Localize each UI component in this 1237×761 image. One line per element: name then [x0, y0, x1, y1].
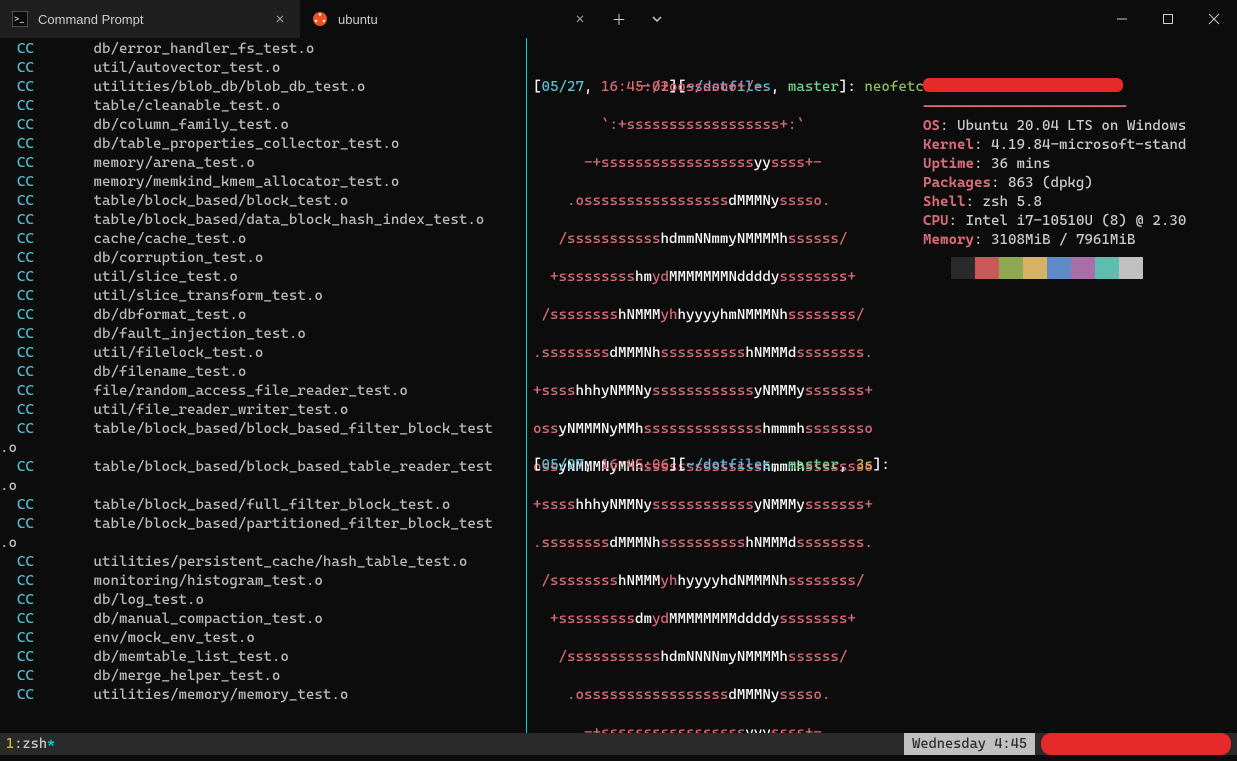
compile-line: CC db/dbformat_test.o — [0, 306, 526, 325]
color-swatches — [951, 257, 1143, 279]
compile-line: CC table/block_based/block_based_table_r… — [0, 458, 526, 477]
compile-line: CC table/block_based/block_based_filter_… — [0, 420, 526, 439]
compile-line: CC db/manual_compaction_test.o — [0, 610, 526, 629]
compile-line: CC db/table_properties_collector_test.o — [0, 135, 526, 154]
tab-title: Command Prompt — [38, 12, 262, 27]
compile-line: CC util/slice_transform_test.o — [0, 287, 526, 306]
compile-line: CC table/block_based/full_filter_block_t… — [0, 496, 526, 515]
compile-line: CC env/mock_env_test.o — [0, 629, 526, 648]
svg-text:>_: >_ — [14, 15, 25, 25]
compile-line: CC utilities/persistent_cache/hash_table… — [0, 553, 526, 572]
compile-line: CC utilities/memory/memory_test.o — [0, 686, 526, 705]
terminal-area: CC db/error_handler_fs_test.o CC util/au… — [0, 38, 1237, 739]
compile-line: CC table/block_based/data_block_hash_ind… — [0, 211, 526, 230]
compile-line: CC db/fault_injection_test.o — [0, 325, 526, 344]
left-pane[interactable]: CC db/error_handler_fs_test.o CC util/au… — [0, 38, 527, 739]
prompt-line-2: [05/27, 16:45:06][~/dotfiles, master, 3s… — [533, 456, 890, 475]
tab-command-prompt[interactable]: >_ Command Prompt ✕ — [0, 0, 300, 38]
compile-line: CC db/filename_test.o — [0, 363, 526, 382]
compile-line: CC util/filelock_test.o — [0, 344, 526, 363]
close-window-button[interactable] — [1191, 0, 1237, 38]
compile-line: CC db/memtable_list_test.o — [0, 648, 526, 667]
compile-line: CC file/random_access_file_reader_test.o — [0, 382, 526, 401]
color-swatch — [975, 257, 999, 279]
compile-line: CC table/block_based/partitioned_filter_… — [0, 515, 526, 534]
close-icon[interactable]: ✕ — [272, 11, 288, 27]
color-swatch — [1047, 257, 1071, 279]
compile-line: CC util/slice_test.o — [0, 268, 526, 287]
color-swatch — [1071, 257, 1095, 279]
compile-line-wrap: .o — [0, 534, 526, 553]
compile-line: CC db/log_test.o — [0, 591, 526, 610]
compile-line: CC cache/cache_test.o — [0, 230, 526, 249]
compile-line: CC utilities/blob_db/blob_db_test.o — [0, 78, 526, 97]
compile-line: CC util/file_reader_writer_test.o — [0, 401, 526, 420]
color-swatch — [1095, 257, 1119, 279]
window-controls — [1099, 0, 1237, 38]
compile-line: CC memory/memkind_kmem_allocator_test.o — [0, 173, 526, 192]
compile-line: CC db/merge_helper_test.o — [0, 667, 526, 686]
compile-line-wrap: .o — [0, 477, 526, 496]
status-datetime: Wednesday 4:45 — [904, 733, 1035, 755]
session-indicator: 1:zsh* — [6, 736, 55, 752]
color-swatch — [1119, 257, 1143, 279]
ubuntu-icon — [312, 11, 328, 27]
compile-line: CC db/column_family_test.o — [0, 116, 526, 135]
compile-line: CC table/cleanable_test.o — [0, 97, 526, 116]
tab-ubuntu[interactable]: ubuntu ✕ — [300, 0, 600, 38]
tmux-statusbar: 1:zsh* Wednesday 4:45 — [0, 733, 1237, 755]
compile-line-wrap: .o — [0, 439, 526, 458]
redacted-user-host — [923, 78, 1123, 92]
compile-line: CC db/error_handler_fs_test.o — [0, 40, 526, 59]
compile-line: CC db/corruption_test.o — [0, 249, 526, 268]
neofetch-info: ------------------------ OS: Ubuntu 20.0… — [923, 59, 1186, 269]
neofetch-logo: .-/+oossssoo+/-. `:+ssssssssssssssssss+:… — [533, 59, 873, 739]
color-swatch — [1023, 257, 1047, 279]
titlebar: >_ Command Prompt ✕ ubuntu ✕ ＋ — [0, 0, 1237, 38]
maximize-button[interactable] — [1145, 0, 1191, 38]
compile-line: CC monitoring/histogram_test.o — [0, 572, 526, 591]
compile-line: CC table/block_based/block_test.o — [0, 192, 526, 211]
cmd-icon: >_ — [12, 11, 28, 27]
color-swatch — [951, 257, 975, 279]
new-tab-button[interactable]: ＋ — [600, 0, 638, 38]
right-pane[interactable]: [05/27, 16:45:02][~/dotfiles, master]: n… — [527, 38, 1237, 739]
compile-line: CC util/autovector_test.o — [0, 59, 526, 78]
compile-line: CC memory/arena_test.o — [0, 154, 526, 173]
minimize-button[interactable] — [1099, 0, 1145, 38]
close-icon[interactable]: ✕ — [572, 11, 588, 27]
redacted-hostname — [1041, 733, 1231, 755]
color-swatch — [999, 257, 1023, 279]
tab-dropdown-button[interactable] — [638, 0, 676, 38]
tab-title: ubuntu — [338, 12, 562, 27]
